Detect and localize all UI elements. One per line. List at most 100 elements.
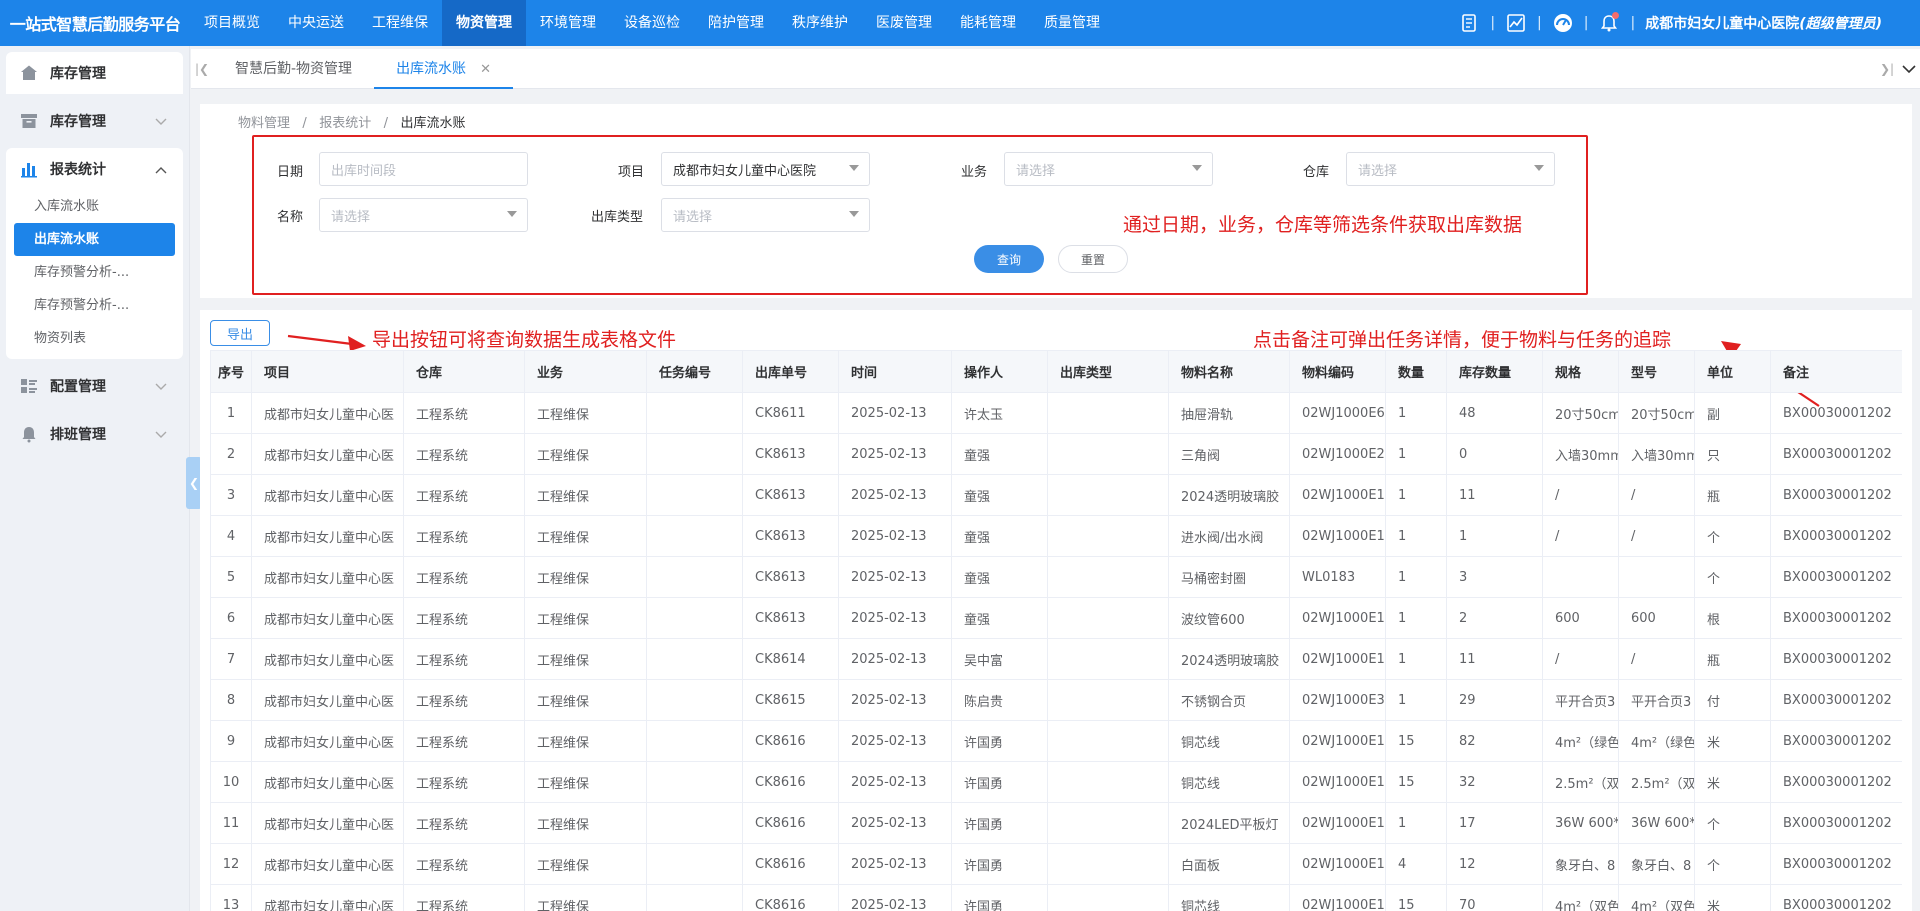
cell-outbound-type xyxy=(1047,474,1169,516)
tab-bar-right: ❯| xyxy=(1876,49,1920,89)
cell-order-no: CK8616 xyxy=(742,802,839,844)
cell-remark[interactable]: BX00030001202 xyxy=(1770,597,1902,639)
cell-remark[interactable]: BX00030001202 xyxy=(1770,843,1902,885)
cell-project: 成都市妇女儿童中心医 xyxy=(251,638,404,680)
nav-item-materials[interactable]: 物资管理 xyxy=(442,0,526,46)
breadcrumb-item[interactable]: 物料管理 xyxy=(238,116,290,131)
date-range-input[interactable]: 出库时间段 xyxy=(319,152,528,186)
table-row[interactable]: 9 成都市妇女儿童中心医 工程系统 工程维保 CK8616 2025-02-13 许国勇 铜芯… xyxy=(210,720,1902,762)
sidebar-group-reports: 报表统计 入库流水账 出库流水账 库存预警分析-... 库存预警分析-... 物… xyxy=(6,148,183,359)
cell-time: 2025-02-13 xyxy=(838,556,952,598)
nav-item-medical-waste[interactable]: 医废管理 xyxy=(862,0,946,46)
sidebar-item-inbound-ledger[interactable]: 入库流水账 xyxy=(14,190,175,223)
sidebar-item-stock-warning-2[interactable]: 库存预警分析-... xyxy=(14,289,175,322)
sidebar-item-inventory[interactable]: 库存管理 xyxy=(6,100,183,142)
cell-remark[interactable]: BX00030001202 xyxy=(1770,679,1902,721)
cell-remark[interactable]: BX00030001202 xyxy=(1770,884,1902,911)
sidebar-item-reports[interactable]: 报表统计 xyxy=(6,148,183,190)
reset-button[interactable]: 重置 xyxy=(1058,245,1128,273)
table-row[interactable]: 5 成都市妇女儿童中心医 工程系统 工程维保 CK8613 2025-02-13 童强 马桶密… xyxy=(210,556,1902,598)
table-row[interactable]: 12 成都市妇女儿童中心医 工程系统 工程维保 CK8616 2025-02-13 许国勇白… xyxy=(210,843,1902,885)
outbound-type-label: 出库类型 xyxy=(591,210,644,225)
warehouse-select[interactable]: 请选择 xyxy=(1346,152,1555,186)
cell-remark[interactable]: BX00030001202 xyxy=(1770,802,1902,844)
table-row[interactable]: 11 成都市妇女儿童中心医 工程系统 工程维保 CK8616 2025-02-13 许国勇 2… xyxy=(210,802,1902,844)
cell-index: 13 xyxy=(210,884,252,911)
table-row[interactable]: 7 成都市妇女儿童中心医 工程系统 工程维保 CK8614 2025-02-13 吴中富 20… xyxy=(210,638,1902,680)
table-row[interactable]: 10 成都市妇女儿童中心医 工程系统 工程维保 CK8616 2025-02-13 许国勇 铜… xyxy=(210,761,1902,803)
nav-item-environment[interactable]: 环境管理 xyxy=(526,0,610,46)
tab-scroll-left-icon[interactable]: |❮ xyxy=(191,49,213,89)
cell-remark[interactable]: BX00030001202 xyxy=(1770,761,1902,803)
cell-index: 1 xyxy=(210,392,252,434)
table-row[interactable]: 8 成都市妇女儿童中心医 工程系统 工程维保 CK8615 2025-02-13 陈启贵 不锈… xyxy=(210,679,1902,721)
cell-stock: 17 xyxy=(1446,802,1543,844)
sidebar-item-schedule[interactable]: 排班管理 xyxy=(6,413,183,455)
tab-materials-home[interactable]: 智慧后勤-物资管理 xyxy=(213,49,374,89)
cell-task-no xyxy=(646,638,743,680)
current-user[interactable]: 成都市妇女儿童中心医院(超级管理员) xyxy=(1645,13,1882,33)
nav-item-central-transport[interactable]: 中央运送 xyxy=(274,0,358,46)
table-row[interactable]: 4 成都市妇女儿童中心医 工程系统 工程维保 CK8613 2025-02-13 童强 进水阀… xyxy=(210,515,1902,557)
chevron-down-icon[interactable] xyxy=(1898,49,1920,89)
cell-material-code: 02WJ1000E1 xyxy=(1289,515,1386,557)
cell-remark[interactable]: BX00030001202 xyxy=(1770,638,1902,680)
sidebar-item-inventory-home[interactable]: 库存管理 xyxy=(6,52,183,94)
table-row[interactable]: 1 成都市妇女儿童中心医 工程系统 工程维保 CK8611 2025-02-13 许太玉 抽屉… xyxy=(210,392,1902,434)
cell-project: 成都市妇女儿童中心医 xyxy=(251,843,404,885)
cell-business: 工程维保 xyxy=(524,515,647,557)
warehouse-label: 仓库 xyxy=(1303,165,1330,180)
outbound-type-select[interactable]: 请选择 xyxy=(661,198,870,232)
cell-warehouse: 工程系统 xyxy=(403,761,525,803)
cell-warehouse: 工程系统 xyxy=(403,556,525,598)
nav-item-quality[interactable]: 质量管理 xyxy=(1030,0,1114,46)
nav-item-engineering-maintenance[interactable]: 工程维保 xyxy=(358,0,442,46)
sidebar-item-material-list[interactable]: 物资列表 xyxy=(14,322,175,355)
cell-warehouse: 工程系统 xyxy=(403,515,525,557)
home-icon xyxy=(20,64,38,82)
sidebar-item-outbound-ledger[interactable]: 出库流水账 xyxy=(14,223,175,256)
nav-item-equipment-inspection[interactable]: 设备巡检 xyxy=(610,0,694,46)
cell-quantity: 1 xyxy=(1385,392,1447,434)
breadcrumb-item[interactable]: 报表统计 xyxy=(319,116,371,131)
cell-material-code: 02WJ1000E1 xyxy=(1289,802,1386,844)
cell-warehouse: 工程系统 xyxy=(403,638,525,680)
cell-time: 2025-02-13 xyxy=(838,515,952,557)
close-icon[interactable]: ✕ xyxy=(480,62,491,77)
cell-remark[interactable]: BX00030001202 xyxy=(1770,720,1902,762)
cell-task-no xyxy=(646,720,743,762)
bell-icon[interactable] xyxy=(1598,12,1620,34)
cell-remark[interactable]: BX00030001202 xyxy=(1770,392,1902,434)
table-row[interactable]: 13 成都市妇女儿童中心医 工程系统 工程维保 CK8616 2025-02-13 许国勇 铜… xyxy=(210,884,1902,911)
chart-icon[interactable] xyxy=(1505,12,1527,34)
cell-remark[interactable]: BX00030001202 xyxy=(1770,474,1902,516)
nav-item-escort[interactable]: 陪护管理 xyxy=(694,0,778,46)
col-header-outbound-type: 出库类型 xyxy=(1047,350,1169,393)
cell-operator: 童强 xyxy=(951,474,1048,516)
table-row[interactable]: 2 成都市妇女儿童中心医 工程系统 工程维保 CK8613 2025-02-13 童强 三角阀… xyxy=(210,433,1902,475)
sidebar-item-config[interactable]: 配置管理 xyxy=(6,365,183,407)
nav-item-order[interactable]: 秩序维护 xyxy=(778,0,862,46)
query-button[interactable]: 查询 xyxy=(974,245,1044,273)
name-select[interactable]: 请选择 xyxy=(319,198,528,232)
cell-remark[interactable]: BX00030001202 xyxy=(1770,556,1902,598)
nav-item-energy[interactable]: 能耗管理 xyxy=(946,0,1030,46)
cell-unit: 只 xyxy=(1694,433,1771,475)
cell-remark[interactable]: BX00030001202 xyxy=(1770,515,1902,557)
book-icon[interactable] xyxy=(1458,12,1480,34)
business-select[interactable]: 请选择 xyxy=(1004,152,1213,186)
dashboard-icon[interactable] xyxy=(1552,12,1574,34)
chevron-down-icon xyxy=(155,379,167,395)
cell-material-code: 02WJ1000E6 xyxy=(1289,392,1386,434)
table-row[interactable]: 3 成都市妇女儿童中心医 工程系统 工程维保 CK8613 2025-02-13 童强 202… xyxy=(210,474,1902,516)
cell-remark[interactable]: BX00030001202 xyxy=(1770,433,1902,475)
project-select[interactable]: 成都市妇女儿童中心医院 xyxy=(661,152,870,186)
tab-scroll-right-icon[interactable]: ❯| xyxy=(1876,49,1898,89)
table-row[interactable]: 6 成都市妇女儿童中心医 工程系统 工程维保 CK8613 2025-02-13 童强 波纹管… xyxy=(210,597,1902,639)
cell-spec: / xyxy=(1542,638,1619,680)
sidebar-item-stock-warning-1[interactable]: 库存预警分析-... xyxy=(14,256,175,289)
nav-item-project-overview[interactable]: 项目概览 xyxy=(190,0,274,46)
tab-outbound-ledger[interactable]: 出库流水账 ✕ xyxy=(374,49,513,89)
cell-unit: 米 xyxy=(1694,761,1771,803)
export-button[interactable]: 导出 xyxy=(210,320,270,346)
